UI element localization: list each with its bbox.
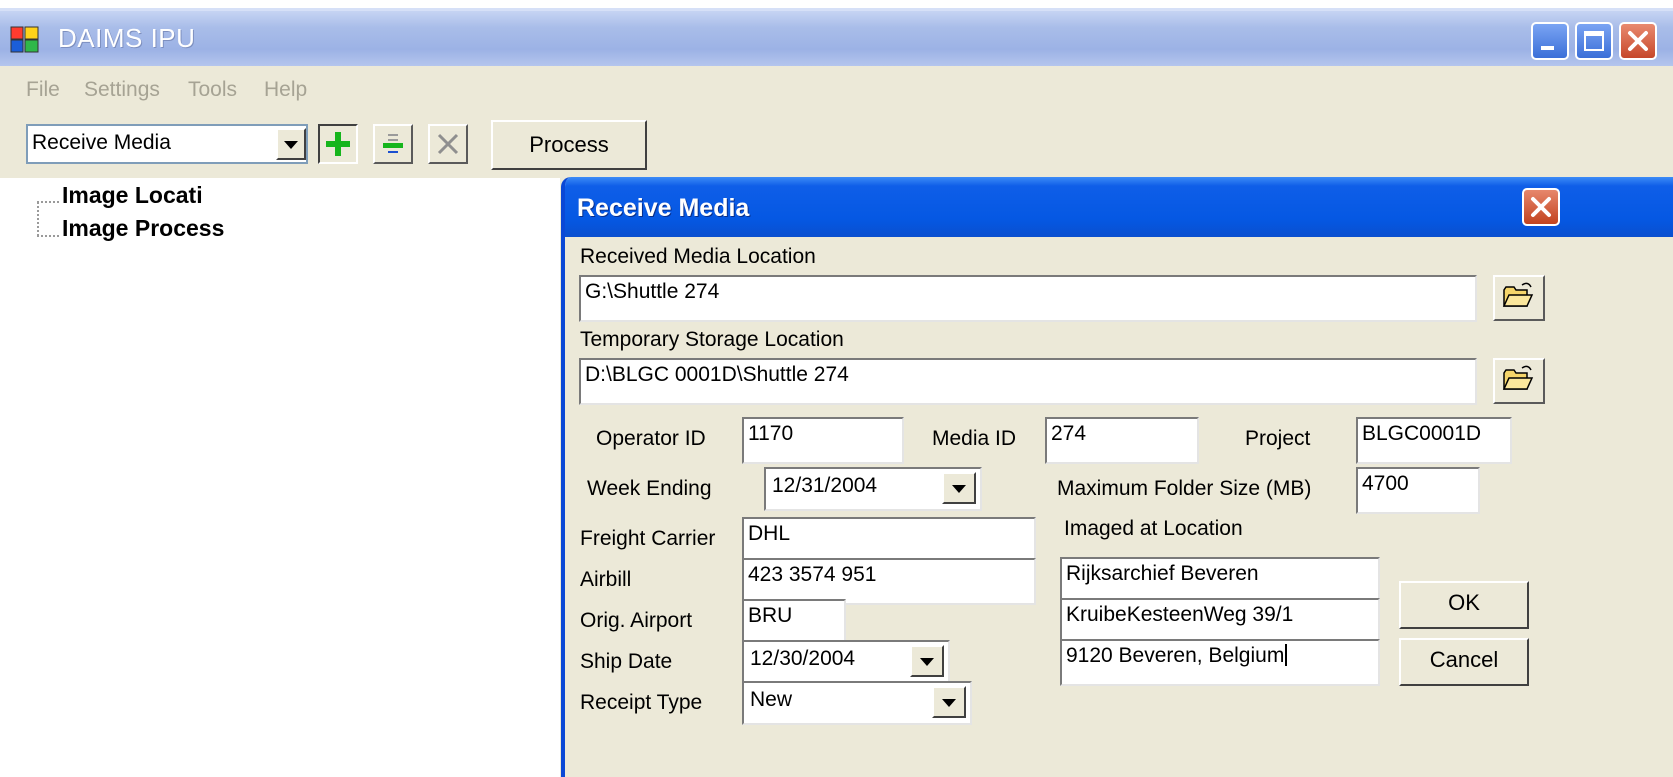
open-folder-icon [1502, 282, 1534, 307]
menu-bar: File Settings Tools Help [0, 68, 1673, 106]
remove-icon [383, 134, 403, 153]
ok-button[interactable]: OK [1399, 581, 1529, 629]
dropdown-arrow-icon[interactable] [942, 472, 976, 504]
temp-location-field[interactable]: D:\BLGC 0001D\Shuttle 274 [579, 358, 1477, 405]
receipt-type-select[interactable]: New [742, 681, 972, 725]
tree-connector [37, 201, 59, 203]
process-button[interactable]: Process [491, 120, 647, 170]
mode-select[interactable]: Receive Media [26, 124, 308, 164]
receive-media-dialog: Receive Media Received Media Location G:… [561, 177, 1673, 777]
freight-carrier-field[interactable]: DHL [742, 517, 1036, 564]
app-icon [10, 26, 39, 53]
minimize-icon [1541, 46, 1554, 50]
airbill-field[interactable]: 423 3574 951 [742, 558, 1036, 605]
close-icon [1531, 197, 1551, 217]
tree-connector [37, 202, 39, 236]
close-button[interactable] [1619, 22, 1657, 60]
dialog-title: Receive Media [577, 194, 750, 222]
temp-location-label: Temporary Storage Location [580, 328, 844, 351]
ship-date-select[interactable]: 12/30/2004 [742, 640, 950, 684]
airbill-label: Airbill [580, 568, 632, 591]
week-ending-label: Week Ending [587, 477, 712, 500]
menu-file[interactable]: File [26, 78, 60, 102]
max-folder-size-label: Maximum Folder Size (MB) [1057, 477, 1312, 500]
dropdown-arrow-icon[interactable] [932, 686, 966, 718]
maximize-button[interactable] [1575, 22, 1613, 60]
minimize-button[interactable] [1531, 22, 1569, 60]
delete-icon [437, 133, 459, 155]
orig-airport-field[interactable]: BRU [742, 599, 846, 646]
cancel-button[interactable]: Cancel [1399, 638, 1529, 686]
tree-item-image-process[interactable]: Image Process [62, 215, 224, 242]
week-ending-value: 12/31/2004 [772, 474, 878, 497]
imaged-location-line2[interactable]: KruibeKesteenWeg 39/1 [1060, 598, 1380, 645]
imaged-location-line3[interactable]: 9120 Beveren, Belgium [1060, 639, 1380, 686]
browse-temp-button[interactable] [1493, 358, 1545, 404]
menu-tools[interactable]: Tools [188, 78, 237, 102]
menu-help[interactable]: Help [264, 78, 307, 102]
orig-airport-label: Orig. Airport [580, 609, 693, 632]
delete-button[interactable] [428, 124, 468, 164]
imaged-at-location-label: Imaged at Location [1064, 517, 1243, 540]
close-icon [1628, 31, 1648, 51]
main-title-bar[interactable]: DAIMS IPU [0, 8, 1673, 66]
ship-date-label: Ship Date [580, 650, 673, 673]
operator-id-field[interactable]: 1170 [742, 417, 904, 464]
text-caret [1285, 644, 1288, 666]
remove-button[interactable] [373, 124, 413, 164]
freight-carrier-label: Freight Carrier [580, 527, 716, 550]
receipt-type-value: New [750, 688, 793, 711]
dialog-close-button[interactable] [1522, 188, 1560, 226]
dialog-title-bar[interactable]: Receive Media [565, 177, 1673, 237]
media-id-field[interactable]: 274 [1045, 417, 1199, 464]
menu-settings[interactable]: Settings [84, 78, 160, 102]
max-folder-size-field[interactable]: 4700 [1356, 467, 1480, 514]
ship-date-value: 12/30/2004 [750, 647, 856, 670]
tree-item-image-location[interactable]: Image Locati [62, 182, 203, 209]
tree-view: Image Locati Image Process [0, 178, 560, 777]
imaged-location-line1[interactable]: Rijksarchief Beveren [1060, 557, 1380, 604]
week-ending-select[interactable]: 12/31/2004 [764, 467, 982, 511]
mode-select-value: Receive Media [32, 131, 171, 154]
dropdown-arrow-icon[interactable] [276, 128, 306, 160]
window-title: DAIMS IPU [58, 23, 196, 53]
project-label: Project [1245, 427, 1311, 450]
received-location-label: Received Media Location [580, 245, 816, 268]
operator-id-label: Operator ID [596, 427, 706, 450]
receipt-type-label: Receipt Type [580, 691, 703, 714]
media-id-label: Media ID [932, 427, 1017, 450]
tree-connector [37, 235, 59, 237]
browse-received-button[interactable] [1493, 275, 1545, 321]
open-folder-icon [1502, 365, 1534, 390]
maximize-icon [1584, 31, 1604, 51]
add-button[interactable] [318, 124, 358, 164]
project-field[interactable]: BLGC0001D [1356, 417, 1512, 464]
imaged-location-line3-text: 9120 Beveren, Belgium [1066, 644, 1285, 667]
add-icon [326, 132, 350, 156]
dropdown-arrow-icon[interactable] [910, 645, 944, 677]
received-location-field[interactable]: G:\Shuttle 274 [579, 275, 1477, 322]
